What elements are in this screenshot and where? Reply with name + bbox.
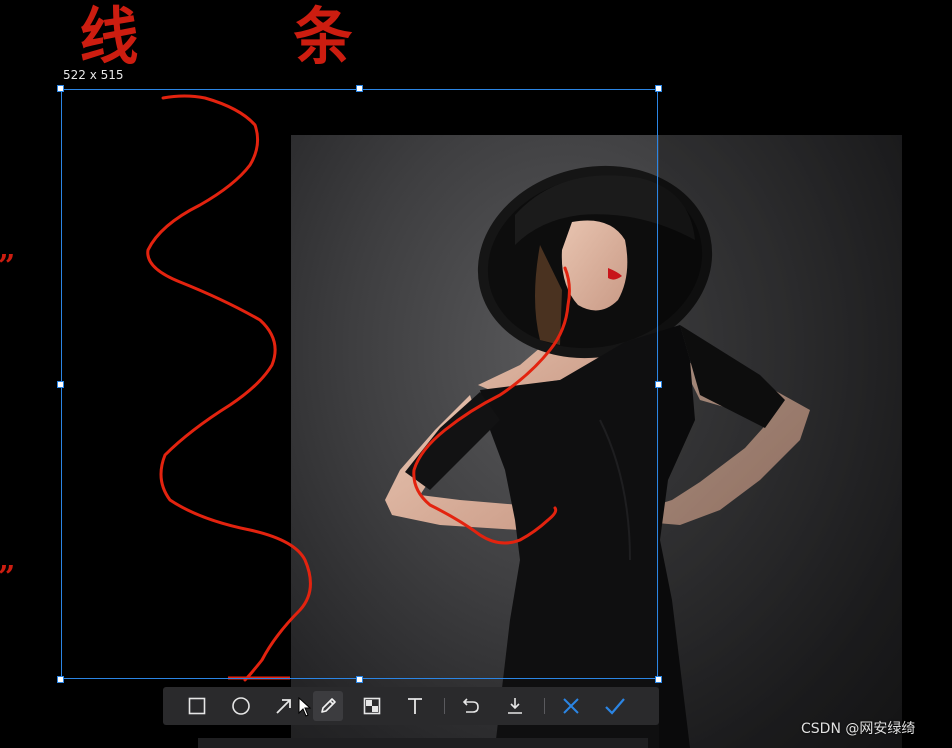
resize-handle-right[interactable] [655,381,662,388]
save-button[interactable] [500,691,530,721]
mosaic-icon [363,697,381,715]
resize-handle-bottom-right[interactable] [655,676,662,683]
arrow-icon [276,699,291,714]
pencil-tool-button[interactable] [313,691,343,721]
mosaic-tool-button[interactable] [357,691,387,721]
pencil-icon [321,698,336,713]
toolbar-divider [444,698,445,714]
resize-handle-top[interactable] [356,85,363,92]
csdn-watermark: CSDN @网安绿绮 [801,721,916,737]
undo-icon [462,698,479,713]
screenshot-selection-box[interactable] [61,89,658,679]
arrow-tool-button[interactable] [269,691,299,721]
download-icon [508,698,522,714]
taskbar-strip [198,738,648,748]
close-icon [563,698,579,714]
confirm-button[interactable] [600,691,630,721]
resize-handle-bottom[interactable] [356,676,363,683]
resize-handle-bottom-left[interactable] [57,676,64,683]
annotation-toolbar [163,687,659,725]
cancel-button[interactable] [556,691,586,721]
selection-size-label: 522 x 515 [63,68,124,82]
text-icon [408,698,422,714]
text-tool-button[interactable] [400,691,430,721]
resize-handle-left[interactable] [57,381,64,388]
resize-handle-top-right[interactable] [655,85,662,92]
circle-icon [232,697,250,715]
undo-button[interactable] [456,691,486,721]
ellipse-tool-button[interactable] [226,691,256,721]
rectangle-tool-button[interactable] [182,691,212,721]
resize-handle-top-left[interactable] [57,85,64,92]
mouse-pointer-icon [298,697,312,717]
check-icon [605,698,625,715]
toolbar-divider [544,698,545,714]
square-icon [188,697,206,715]
